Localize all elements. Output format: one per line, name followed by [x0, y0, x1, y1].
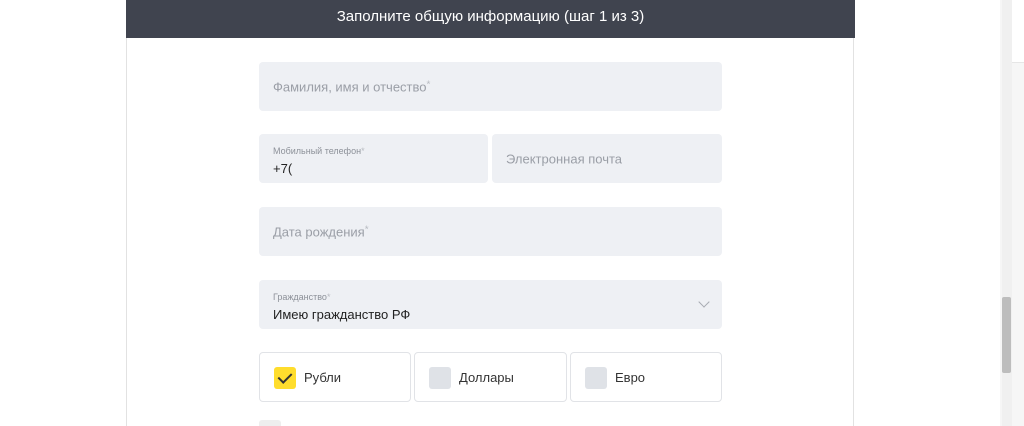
- citizenship-label: Гражданство*: [273, 292, 331, 302]
- form-header: Заполните общую информацию (шаг 1 из 3): [126, 0, 855, 38]
- checkbox-unchecked-icon[interactable]: [429, 367, 451, 389]
- birth-date-placeholder: Дата рождения*: [273, 224, 369, 239]
- currency-label-eur: Евро: [615, 370, 646, 385]
- currency-label-usd: Доллары: [459, 370, 514, 385]
- phone-label: Мобильный телефон*: [273, 146, 365, 156]
- phone-field[interactable]: Мобильный телефон* +7(: [259, 134, 488, 183]
- citizenship-select[interactable]: Гражданство* Имею гражданство РФ: [259, 280, 722, 329]
- scrollbar-top-panel: [1012, 0, 1024, 63]
- checkbox-checked-icon[interactable]: [274, 367, 296, 389]
- phone-value: +7(: [273, 161, 293, 176]
- currency-option-rub[interactable]: Рубли: [259, 352, 411, 402]
- birth-date-field[interactable]: Дата рождения*: [259, 207, 722, 256]
- currency-option-eur[interactable]: Евро: [570, 352, 722, 402]
- full-name-field[interactable]: Фамилия, имя и отчество*: [259, 62, 722, 111]
- email-field[interactable]: Электронная почта: [492, 134, 722, 183]
- full-name-placeholder: Фамилия, имя и отчество*: [273, 79, 431, 94]
- currency-label-rub: Рубли: [304, 370, 342, 385]
- chevron-down-icon[interactable]: [698, 296, 710, 308]
- scrollbar-thumb[interactable]: [1002, 297, 1011, 373]
- currency-option-usd[interactable]: Доллары: [414, 352, 567, 402]
- citizenship-value: Имею гражданство РФ: [273, 307, 411, 322]
- email-placeholder: Электронная почта: [506, 151, 623, 166]
- next-checkbox-partial[interactable]: [259, 420, 281, 426]
- form-title: Заполните общую информацию (шаг 1 из 3): [336, 7, 645, 25]
- checkbox-unchecked-icon[interactable]: [585, 367, 607, 389]
